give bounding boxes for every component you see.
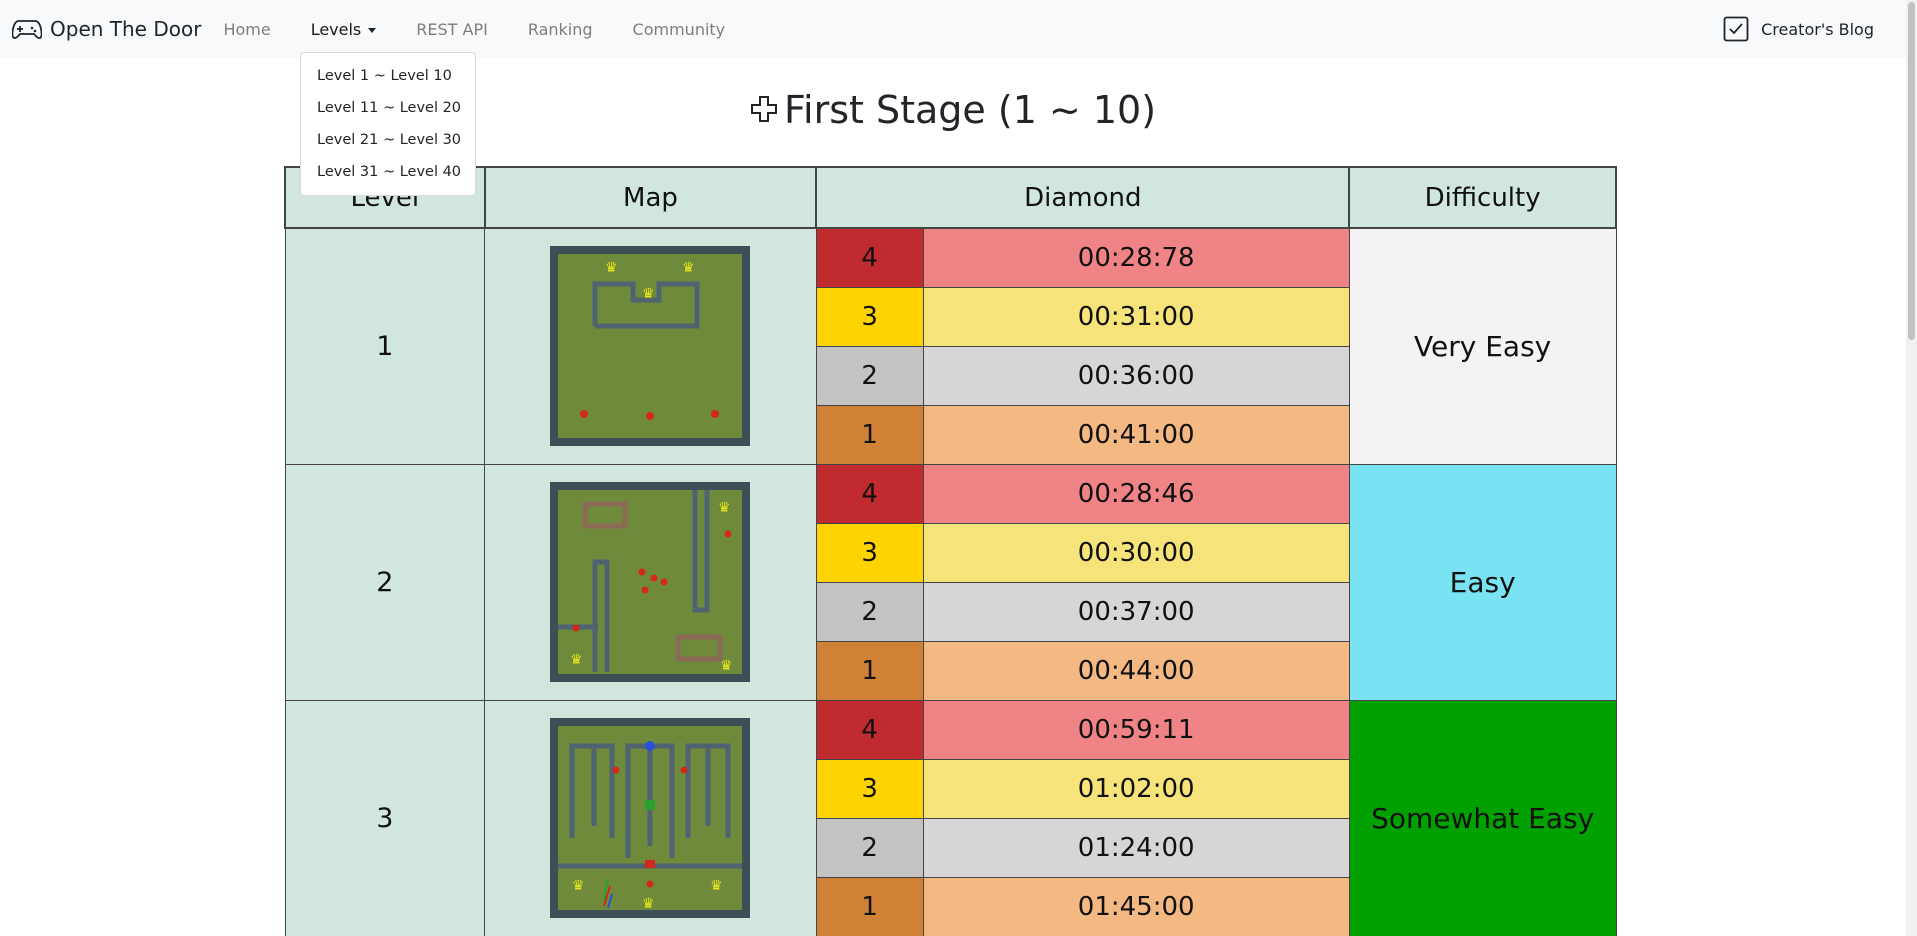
- difficulty-cell: Somewhat Easy: [1348, 699, 1617, 936]
- level-number: 3: [284, 699, 486, 936]
- diamond-rank: 2: [815, 345, 924, 406]
- levels-table-container: Level Map Diamond Difficulty 1 ♛ ♛ ♛ 4 0…: [284, 166, 1617, 936]
- svg-text:♛: ♛: [720, 658, 733, 674]
- diamond-rank: 1: [815, 876, 924, 936]
- level-1-map-image[interactable]: ♛ ♛ ♛: [550, 246, 751, 447]
- diamond-rank: 4: [815, 227, 924, 288]
- diamond-rank: 4: [815, 699, 924, 760]
- diamond-rank: 3: [815, 286, 924, 347]
- dropdown-item-level-21-30[interactable]: Level 21 ~ Level 30: [301, 124, 475, 156]
- nav-home[interactable]: Home: [223, 20, 270, 39]
- brand-name: Open The Door: [50, 17, 202, 41]
- map-cell: ♛ ♛ ♛: [484, 227, 817, 465]
- diamond-rank: 1: [815, 404, 924, 465]
- level-3-map-image[interactable]: ♛ ♛ ♛: [550, 718, 751, 918]
- creators-blog-label: Creator's Blog: [1761, 19, 1874, 39]
- table-header-row: Level Map Diamond Difficulty: [284, 166, 1617, 229]
- header-map: Map: [483, 166, 818, 229]
- creators-blog-link[interactable]: Creator's Blog: [1723, 16, 1874, 42]
- diamond-time: 01:24:00: [922, 817, 1350, 878]
- diamond-time: 00:44:00: [922, 640, 1350, 701]
- nav-links: Home Levels REST API Ranking Community: [223, 20, 765, 39]
- svg-text:♛: ♛: [572, 878, 585, 894]
- dropdown-item-level-11-20[interactable]: Level 11 ~ Level 20: [301, 92, 475, 124]
- difficulty-cell: Very Easy: [1348, 227, 1617, 465]
- diamond-time: 01:45:00: [922, 876, 1350, 936]
- header-diamond: Diamond: [815, 166, 1351, 229]
- table-row: 3 ♛ ♛ ♛ 4 00:59:11 Somewhat Easy: [284, 699, 1617, 936]
- difficulty-cell: Easy: [1348, 463, 1617, 701]
- diamond-time: 00:28:78: [922, 227, 1350, 288]
- diamond-rank: 3: [815, 522, 924, 583]
- diamond-time: 00:30:00: [922, 522, 1350, 583]
- level-number: 1: [284, 227, 486, 465]
- navbar: Open The Door Home Levels REST API Ranki…: [0, 0, 1906, 58]
- svg-text:♛: ♛: [570, 652, 583, 668]
- level-number: 2: [284, 463, 486, 701]
- level-2-map-image[interactable]: ♛ ♛ ♛: [550, 482, 751, 682]
- diamond-time: 00:36:00: [922, 345, 1350, 406]
- gamepad-icon: [12, 20, 42, 39]
- diamond-rank: 2: [815, 817, 924, 878]
- diamond-rank: 2: [815, 581, 924, 642]
- nav-rest-api[interactable]: REST API: [416, 20, 488, 39]
- diamond-time: 00:41:00: [922, 404, 1350, 465]
- diamond-time: 00:28:46: [922, 463, 1350, 524]
- vertical-scrollbar[interactable]: [1906, 0, 1917, 936]
- checkbox-icon: [1723, 16, 1749, 42]
- map-cell: ♛ ♛ ♛: [484, 463, 817, 701]
- dropdown-item-level-1-10[interactable]: Level 1 ~ Level 10: [301, 60, 475, 92]
- levels-table: Level Map Diamond Difficulty 1 ♛ ♛ ♛ 4 0…: [284, 166, 1617, 936]
- dropdown-item-level-31-40[interactable]: Level 31 ~ Level 40: [301, 156, 475, 188]
- svg-text:♛: ♛: [642, 286, 655, 302]
- diamond-rank: 1: [815, 640, 924, 701]
- table-row: 2 ♛ ♛ ♛ 4 00:28:46 Easy: [284, 463, 1617, 701]
- svg-text:♛: ♛: [605, 260, 618, 276]
- svg-text:♛: ♛: [710, 878, 723, 894]
- stage-title-text: First Stage (1 ~ 10): [783, 88, 1157, 132]
- svg-text:♛: ♛: [682, 260, 695, 276]
- map-cell: ♛ ♛ ♛: [484, 699, 817, 936]
- diamond-time: 01:02:00: [922, 758, 1350, 819]
- diamond-time: 00:31:00: [922, 286, 1350, 347]
- diamond-time: 00:37:00: [922, 581, 1350, 642]
- brand-link[interactable]: Open The Door: [12, 17, 201, 41]
- nav-community[interactable]: Community: [633, 20, 726, 39]
- caret-down-icon: [368, 27, 377, 33]
- nav-levels[interactable]: Levels: [311, 20, 377, 39]
- header-difficulty: Difficulty: [1348, 166, 1617, 229]
- diamond-rank: 3: [815, 758, 924, 819]
- diamond-rank: 4: [815, 463, 924, 524]
- diamond-time: 00:59:11: [922, 699, 1350, 760]
- page-title: First Stage (1 ~ 10): [0, 88, 1906, 132]
- nav-ranking[interactable]: Ranking: [528, 20, 593, 39]
- svg-text:♛: ♛: [718, 500, 731, 516]
- svg-text:♛: ♛: [642, 896, 655, 912]
- plus-cross-icon: [750, 95, 777, 122]
- table-row: 1 ♛ ♛ ♛ 4 00:28:78 Very Easy: [284, 227, 1617, 465]
- nav-levels-label: Levels: [310, 19, 362, 39]
- scrollbar-thumb[interactable]: [1908, 2, 1915, 340]
- levels-dropdown-menu: Level 1 ~ Level 10 Level 11 ~ Level 20 L…: [300, 52, 476, 196]
